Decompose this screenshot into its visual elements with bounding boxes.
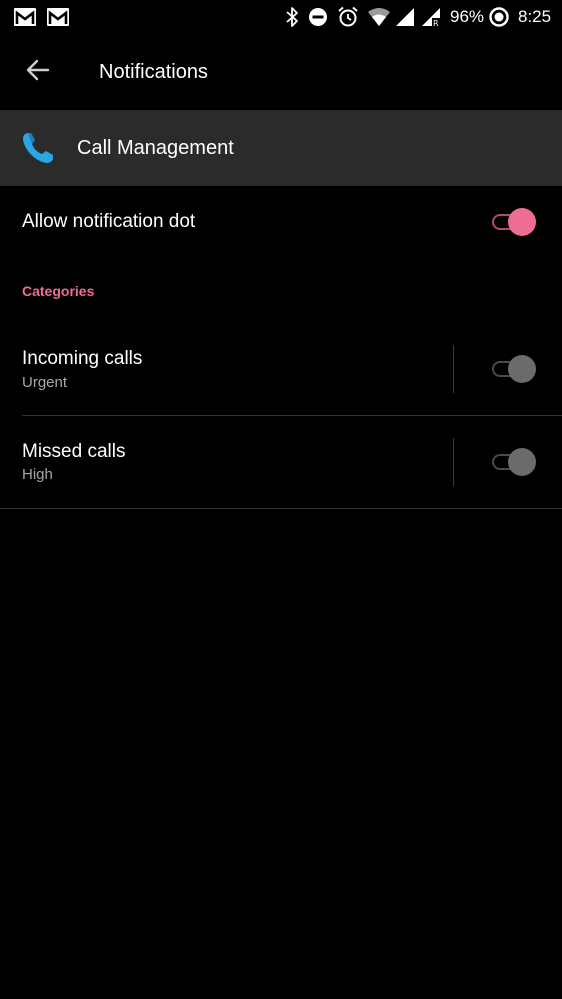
app-bar: Notifications: [0, 34, 562, 110]
category-row-incoming-calls[interactable]: Incoming calls Urgent: [0, 322, 562, 415]
battery-percent: 96%: [450, 7, 485, 26]
signal-roaming-icon: R: [420, 6, 442, 28]
categories-header: Categories: [22, 283, 95, 299]
divider: [453, 345, 454, 393]
status-bar: R 96% 8:25: [0, 0, 562, 34]
page-title: Notifications: [99, 61, 208, 83]
category-row-missed-calls[interactable]: Missed calls High: [0, 416, 562, 508]
toggle-thumb: [508, 208, 536, 236]
missed-calls-toggle[interactable]: [492, 447, 536, 477]
clock: 8:25: [518, 7, 552, 26]
allow-notification-dot-label: Allow notification dot: [22, 211, 196, 232]
svg-text:R: R: [433, 19, 439, 27]
app-header: Call Management: [0, 110, 562, 186]
section-divider: [0, 508, 562, 509]
bluetooth-icon: [282, 6, 302, 28]
phone-icon: [20, 130, 56, 166]
toggle-thumb: [508, 448, 536, 476]
category-title: Incoming calls: [22, 348, 143, 369]
arrow-back-icon: [25, 57, 51, 88]
allow-notification-dot-toggle[interactable]: [492, 207, 536, 237]
signal-icon: [394, 6, 416, 28]
incoming-calls-toggle[interactable]: [492, 354, 536, 384]
category-importance: Urgent: [22, 374, 68, 391]
alarm-icon: [336, 6, 360, 28]
back-button[interactable]: [16, 50, 60, 94]
wifi-icon: [366, 6, 392, 28]
gmail-icon: [45, 6, 71, 28]
allow-notification-dot-row[interactable]: Allow notification dot: [0, 186, 562, 260]
app-name: Call Management: [77, 137, 234, 159]
divider: [453, 438, 454, 486]
category-importance: High: [22, 466, 53, 483]
do-not-disturb-icon: [307, 6, 329, 28]
battery-saver-icon: [488, 6, 510, 28]
toggle-thumb: [508, 355, 536, 383]
category-title: Missed calls: [22, 441, 126, 462]
gmail-icon: [12, 6, 38, 28]
